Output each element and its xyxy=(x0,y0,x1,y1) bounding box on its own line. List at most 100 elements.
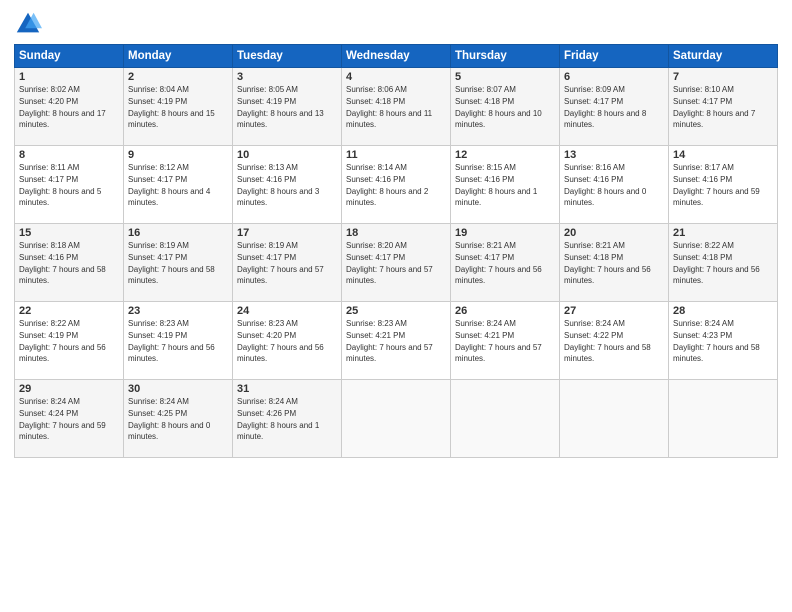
day-info: Sunrise: 8:22 AMSunset: 4:19 PMDaylight:… xyxy=(19,319,106,363)
day-number: 13 xyxy=(564,149,664,161)
day-info: Sunrise: 8:11 AMSunset: 4:17 PMDaylight:… xyxy=(19,163,101,207)
day-number: 30 xyxy=(128,383,228,395)
day-info: Sunrise: 8:20 AMSunset: 4:17 PMDaylight:… xyxy=(346,241,433,285)
day-info: Sunrise: 8:06 AMSunset: 4:18 PMDaylight:… xyxy=(346,85,432,129)
day-info: Sunrise: 8:05 AMSunset: 4:19 PMDaylight:… xyxy=(237,85,324,129)
day-info: Sunrise: 8:16 AMSunset: 4:16 PMDaylight:… xyxy=(564,163,646,207)
calendar-cell xyxy=(560,380,669,458)
day-header-wednesday: Wednesday xyxy=(342,45,451,68)
day-info: Sunrise: 8:21 AMSunset: 4:17 PMDaylight:… xyxy=(455,241,542,285)
calendar-cell: 31 Sunrise: 8:24 AMSunset: 4:26 PMDaylig… xyxy=(233,380,342,458)
calendar-week-3: 15 Sunrise: 8:18 AMSunset: 4:16 PMDaylig… xyxy=(15,224,778,302)
calendar-week-4: 22 Sunrise: 8:22 AMSunset: 4:19 PMDaylig… xyxy=(15,302,778,380)
calendar-cell xyxy=(451,380,560,458)
calendar-cell: 3 Sunrise: 8:05 AMSunset: 4:19 PMDayligh… xyxy=(233,68,342,146)
calendar-cell: 6 Sunrise: 8:09 AMSunset: 4:17 PMDayligh… xyxy=(560,68,669,146)
day-info: Sunrise: 8:23 AMSunset: 4:19 PMDaylight:… xyxy=(128,319,215,363)
logo xyxy=(14,10,44,38)
calendar-cell: 17 Sunrise: 8:19 AMSunset: 4:17 PMDaylig… xyxy=(233,224,342,302)
day-info: Sunrise: 8:18 AMSunset: 4:16 PMDaylight:… xyxy=(19,241,106,285)
calendar-cell: 13 Sunrise: 8:16 AMSunset: 4:16 PMDaylig… xyxy=(560,146,669,224)
day-header-monday: Monday xyxy=(124,45,233,68)
header xyxy=(14,10,778,38)
logo-icon xyxy=(14,10,42,38)
day-number: 4 xyxy=(346,71,446,83)
day-number: 16 xyxy=(128,227,228,239)
calendar-cell: 16 Sunrise: 8:19 AMSunset: 4:17 PMDaylig… xyxy=(124,224,233,302)
day-number: 21 xyxy=(673,227,773,239)
day-info: Sunrise: 8:24 AMSunset: 4:26 PMDaylight:… xyxy=(237,397,319,441)
day-number: 3 xyxy=(237,71,337,83)
day-number: 22 xyxy=(19,305,119,317)
day-info: Sunrise: 8:21 AMSunset: 4:18 PMDaylight:… xyxy=(564,241,651,285)
day-number: 28 xyxy=(673,305,773,317)
day-info: Sunrise: 8:23 AMSunset: 4:20 PMDaylight:… xyxy=(237,319,324,363)
calendar-cell: 21 Sunrise: 8:22 AMSunset: 4:18 PMDaylig… xyxy=(669,224,778,302)
day-info: Sunrise: 8:19 AMSunset: 4:17 PMDaylight:… xyxy=(128,241,215,285)
day-info: Sunrise: 8:24 AMSunset: 4:23 PMDaylight:… xyxy=(673,319,760,363)
day-number: 12 xyxy=(455,149,555,161)
day-number: 31 xyxy=(237,383,337,395)
day-info: Sunrise: 8:09 AMSunset: 4:17 PMDaylight:… xyxy=(564,85,646,129)
day-header-sunday: Sunday xyxy=(15,45,124,68)
page: SundayMondayTuesdayWednesdayThursdayFrid… xyxy=(0,0,792,612)
day-info: Sunrise: 8:07 AMSunset: 4:18 PMDaylight:… xyxy=(455,85,542,129)
calendar-week-1: 1 Sunrise: 8:02 AMSunset: 4:20 PMDayligh… xyxy=(15,68,778,146)
calendar-cell: 25 Sunrise: 8:23 AMSunset: 4:21 PMDaylig… xyxy=(342,302,451,380)
day-number: 7 xyxy=(673,71,773,83)
calendar-cell: 7 Sunrise: 8:10 AMSunset: 4:17 PMDayligh… xyxy=(669,68,778,146)
calendar-week-5: 29 Sunrise: 8:24 AMSunset: 4:24 PMDaylig… xyxy=(15,380,778,458)
day-number: 14 xyxy=(673,149,773,161)
calendar-cell: 28 Sunrise: 8:24 AMSunset: 4:23 PMDaylig… xyxy=(669,302,778,380)
day-header-friday: Friday xyxy=(560,45,669,68)
calendar-cell xyxy=(342,380,451,458)
day-info: Sunrise: 8:14 AMSunset: 4:16 PMDaylight:… xyxy=(346,163,428,207)
day-number: 17 xyxy=(237,227,337,239)
day-info: Sunrise: 8:24 AMSunset: 4:25 PMDaylight:… xyxy=(128,397,210,441)
day-number: 18 xyxy=(346,227,446,239)
day-info: Sunrise: 8:24 AMSunset: 4:24 PMDaylight:… xyxy=(19,397,106,441)
day-info: Sunrise: 8:13 AMSunset: 4:16 PMDaylight:… xyxy=(237,163,319,207)
day-number: 25 xyxy=(346,305,446,317)
calendar-cell xyxy=(669,380,778,458)
day-number: 24 xyxy=(237,305,337,317)
day-number: 5 xyxy=(455,71,555,83)
day-info: Sunrise: 8:10 AMSunset: 4:17 PMDaylight:… xyxy=(673,85,755,129)
calendar-cell: 11 Sunrise: 8:14 AMSunset: 4:16 PMDaylig… xyxy=(342,146,451,224)
day-number: 27 xyxy=(564,305,664,317)
calendar-cell: 15 Sunrise: 8:18 AMSunset: 4:16 PMDaylig… xyxy=(15,224,124,302)
day-number: 20 xyxy=(564,227,664,239)
day-number: 1 xyxy=(19,71,119,83)
day-number: 26 xyxy=(455,305,555,317)
calendar-cell: 8 Sunrise: 8:11 AMSunset: 4:17 PMDayligh… xyxy=(15,146,124,224)
day-info: Sunrise: 8:17 AMSunset: 4:16 PMDaylight:… xyxy=(673,163,760,207)
calendar-cell: 14 Sunrise: 8:17 AMSunset: 4:16 PMDaylig… xyxy=(669,146,778,224)
day-header-thursday: Thursday xyxy=(451,45,560,68)
day-number: 8 xyxy=(19,149,119,161)
calendar-header-row: SundayMondayTuesdayWednesdayThursdayFrid… xyxy=(15,45,778,68)
day-number: 9 xyxy=(128,149,228,161)
calendar-cell: 19 Sunrise: 8:21 AMSunset: 4:17 PMDaylig… xyxy=(451,224,560,302)
day-header-saturday: Saturday xyxy=(669,45,778,68)
calendar-cell: 24 Sunrise: 8:23 AMSunset: 4:20 PMDaylig… xyxy=(233,302,342,380)
day-number: 23 xyxy=(128,305,228,317)
day-info: Sunrise: 8:24 AMSunset: 4:21 PMDaylight:… xyxy=(455,319,542,363)
day-number: 19 xyxy=(455,227,555,239)
day-info: Sunrise: 8:02 AMSunset: 4:20 PMDaylight:… xyxy=(19,85,106,129)
day-number: 6 xyxy=(564,71,664,83)
calendar-cell: 9 Sunrise: 8:12 AMSunset: 4:17 PMDayligh… xyxy=(124,146,233,224)
day-number: 11 xyxy=(346,149,446,161)
day-number: 2 xyxy=(128,71,228,83)
calendar-cell: 22 Sunrise: 8:22 AMSunset: 4:19 PMDaylig… xyxy=(15,302,124,380)
day-header-tuesday: Tuesday xyxy=(233,45,342,68)
day-number: 29 xyxy=(19,383,119,395)
calendar-cell: 2 Sunrise: 8:04 AMSunset: 4:19 PMDayligh… xyxy=(124,68,233,146)
calendar-cell: 1 Sunrise: 8:02 AMSunset: 4:20 PMDayligh… xyxy=(15,68,124,146)
calendar-cell: 27 Sunrise: 8:24 AMSunset: 4:22 PMDaylig… xyxy=(560,302,669,380)
calendar: SundayMondayTuesdayWednesdayThursdayFrid… xyxy=(14,44,778,458)
day-info: Sunrise: 8:24 AMSunset: 4:22 PMDaylight:… xyxy=(564,319,651,363)
calendar-cell: 20 Sunrise: 8:21 AMSunset: 4:18 PMDaylig… xyxy=(560,224,669,302)
calendar-cell: 30 Sunrise: 8:24 AMSunset: 4:25 PMDaylig… xyxy=(124,380,233,458)
day-info: Sunrise: 8:19 AMSunset: 4:17 PMDaylight:… xyxy=(237,241,324,285)
calendar-cell: 4 Sunrise: 8:06 AMSunset: 4:18 PMDayligh… xyxy=(342,68,451,146)
